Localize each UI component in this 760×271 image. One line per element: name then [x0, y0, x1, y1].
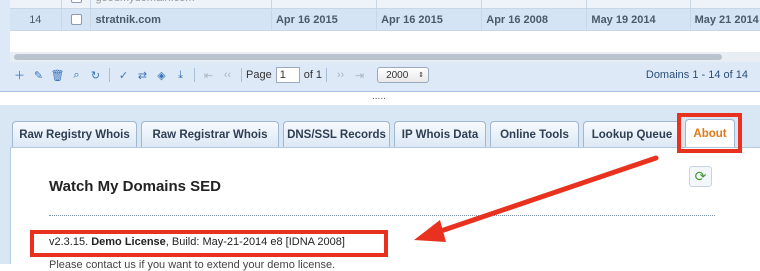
download-icon[interactable]: ⤓ [171, 66, 190, 84]
date-cell: May 21 2014 [690, 9, 760, 31]
date-cell: Apr 16 2015 [271, 9, 378, 31]
row-checkbox[interactable] [70, 0, 82, 3]
refresh-button[interactable]: ⟳ [689, 166, 712, 187]
tab-lookup-queue[interactable]: Lookup Queue [583, 121, 681, 147]
toolbar-divider [109, 68, 110, 82]
about-tab-highlight [677, 113, 742, 153]
splitter-handle-icon[interactable]: ..... [372, 91, 386, 102]
page-input[interactable]: 1 [275, 67, 300, 83]
search-icon[interactable]: ⌕ [67, 66, 86, 84]
toolbar-divider [326, 68, 328, 82]
prev-page-icon[interactable]: ‹‹ [218, 66, 237, 84]
toolbar-divider [241, 68, 242, 82]
date-cell [377, 0, 483, 9]
license-note: Please contact us if you want to extend … [49, 259, 336, 271]
row-number-cell: 14 [10, 9, 62, 31]
table-row[interactable]: 14 stratnik.com Apr 16 2015 Apr 16 2015 … [10, 9, 760, 31]
row-checkbox-cell[interactable] [61, 0, 92, 9]
tab-ip-whois-data[interactable]: IP Whois Data [394, 121, 486, 147]
last-page-icon[interactable]: ⇥ [350, 66, 369, 84]
row-checkbox-cell[interactable] [61, 9, 92, 31]
swap-icon[interactable]: ⇄ [133, 66, 152, 84]
date-cell [587, 0, 691, 9]
divider [49, 215, 715, 216]
refresh-icon: ⟳ [694, 168, 707, 184]
tab-bar: Raw Registry Whois Raw Registrar Whois D… [10, 119, 760, 148]
tab-dns-ssl-records[interactable]: DNS/SSL Records [283, 121, 390, 147]
tab-raw-registrar-whois[interactable]: Raw Registrar Whois [141, 121, 279, 147]
date-cell [271, 0, 378, 9]
domain-cell: goodmydomain.com [91, 0, 272, 9]
first-page-icon[interactable]: ⇤ [199, 66, 218, 84]
page-count: of 1 [303, 69, 323, 81]
rows-per-page-value: 2000 [386, 69, 409, 81]
scrollbar-thumb[interactable] [14, 54, 722, 60]
version-highlight [30, 230, 388, 257]
horizontal-scrollbar[interactable] [10, 52, 760, 62]
grid-toolbar: ＋ ✎ 🗑 ⌕ ↻ ✓ ⇄ ◈ ⤓ ⇤ ‹‹ Page 1 of 1 ›› ⇥ … [10, 62, 760, 88]
check-icon[interactable]: ✓ [114, 66, 133, 84]
tag-icon[interactable]: ◈ [152, 66, 171, 84]
tab-online-tools[interactable]: Online Tools [490, 121, 579, 147]
edit-icon[interactable]: ✎ [29, 66, 48, 84]
date-cell: Apr 16 2015 [377, 9, 483, 31]
row-checkbox[interactable] [70, 14, 82, 25]
date-cell: Apr 16 2008 [482, 9, 588, 31]
refresh-icon[interactable]: ↻ [86, 66, 105, 84]
select-arrows-icon: ⇕ [418, 72, 425, 79]
date-cell [690, 0, 760, 9]
domain-grid-panel: goodmydomain.com 14 stratnik.com Apr 16 … [0, 0, 760, 92]
panel-splitter[interactable]: ..... [0, 91, 760, 105]
tab-raw-registry-whois[interactable]: Raw Registry Whois [12, 121, 137, 147]
page-title: Watch My Domains SED [49, 178, 221, 195]
table-row[interactable]: goodmydomain.com [10, 0, 760, 9]
page-label: Page [246, 69, 272, 81]
date-cell: May 19 2014 [587, 9, 691, 31]
add-icon[interactable]: ＋ [10, 66, 29, 84]
toolbar-divider [194, 68, 195, 82]
record-count-status: Domains 1 - 14 of 14 [645, 69, 748, 81]
row-number-cell [10, 0, 62, 9]
next-page-icon[interactable]: ›› [331, 66, 350, 84]
date-cell [482, 0, 588, 9]
rows-per-page-select[interactable]: 2000 ⇕ [377, 67, 430, 83]
delete-icon[interactable]: 🗑 [48, 66, 67, 84]
domain-cell: stratnik.com [91, 9, 272, 31]
